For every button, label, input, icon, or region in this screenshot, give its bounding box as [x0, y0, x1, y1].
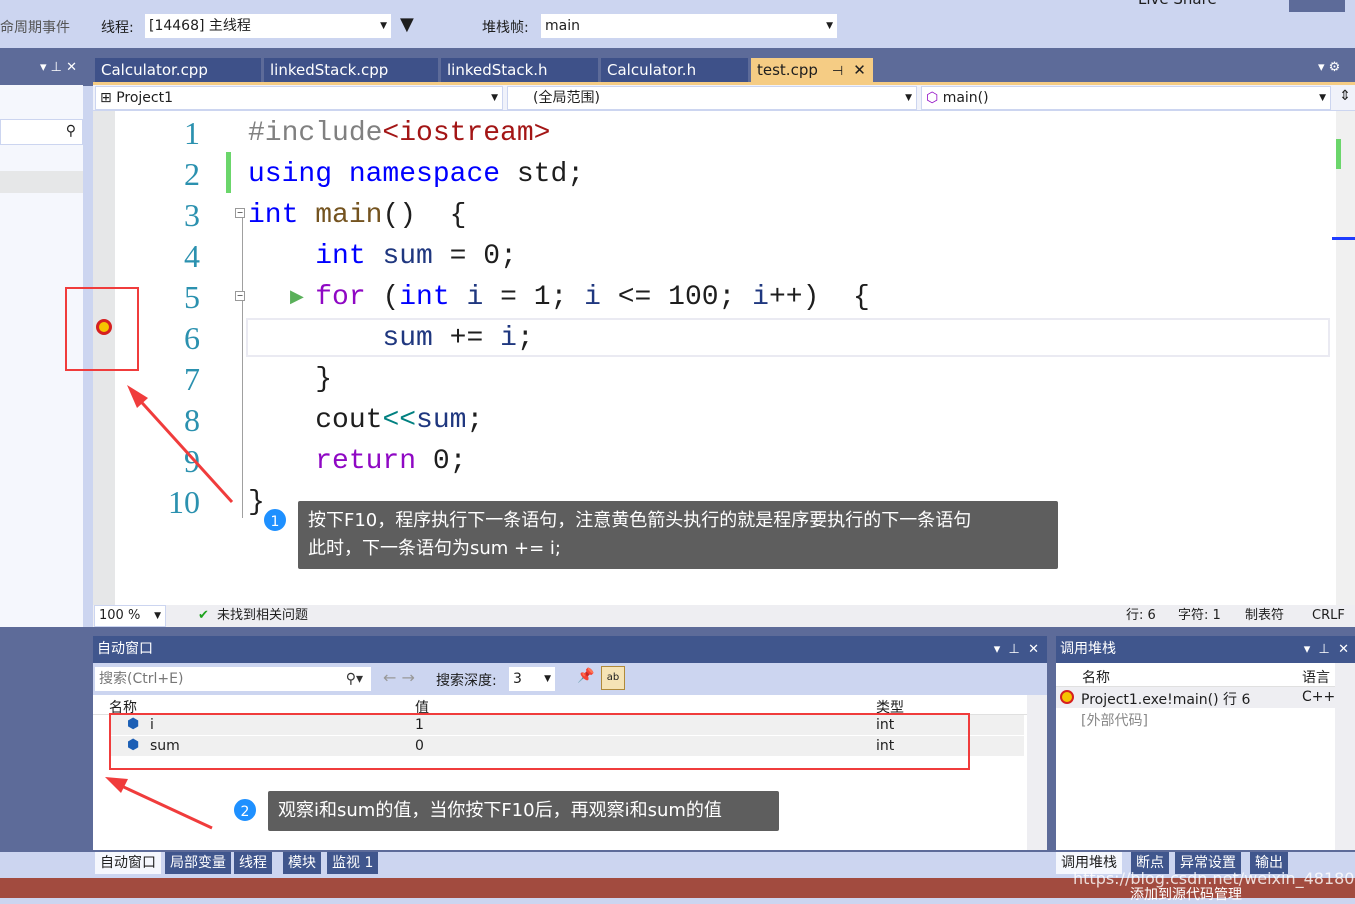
annotation-callout-2: 观察i和sum的值，当你按下F10后，再观察i和sum的值 — [268, 791, 779, 831]
callout-text: 此时，下一条语句为sum += i; — [308, 538, 561, 559]
annotation-callout-1: 按下F10，程序执行下一条语句，注意黄色箭头执行的就是程序要执行的下一条语句 此时… — [298, 501, 1058, 569]
callout-text: 按下F10，程序执行下一条语句，注意黄色箭头执行的就是程序要执行的下一条语句 — [308, 510, 972, 531]
step-badge-1: 1 — [262, 507, 288, 533]
arrow-to-breakpoint — [127, 385, 234, 504]
highlight-box-variables — [109, 713, 970, 770]
step-badge-2: 2 — [232, 797, 258, 823]
callout-text: 观察i和sum的值，当你按下F10后，再观察i和sum的值 — [278, 800, 722, 821]
arrow-to-variables — [105, 777, 213, 830]
